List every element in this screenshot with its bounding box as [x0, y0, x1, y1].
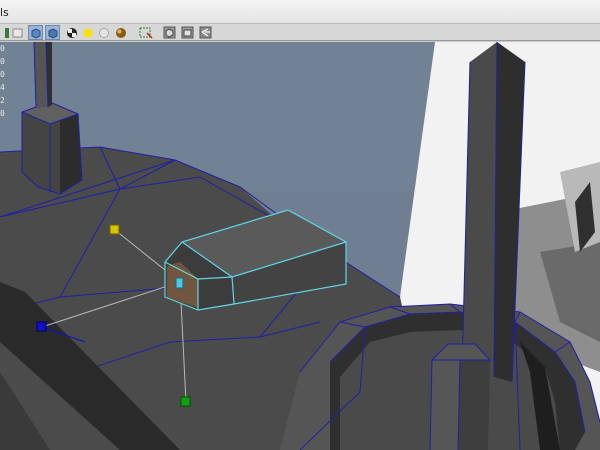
use-all-lights-icon[interactable] — [80, 25, 95, 40]
xray-joints-icon[interactable] — [180, 25, 195, 40]
shadows-icon[interactable] — [96, 25, 111, 40]
camera-attributes-icon[interactable] — [10, 25, 25, 40]
textured-icon[interactable] — [64, 25, 79, 40]
xray-icon[interactable] — [162, 25, 177, 40]
high-quality-rendering-icon[interactable] — [113, 25, 128, 40]
hud-readout: 0 0 0 4 2 0 — [0, 42, 8, 120]
panel-menubar: ls — [0, 0, 600, 24]
hud-line: 0 — [0, 70, 5, 79]
x-axis-handle — [36, 321, 47, 332]
hud-line: 2 — [0, 96, 5, 105]
y-axis-handle — [109, 224, 120, 235]
z-axis-handle — [180, 396, 191, 407]
3d-viewport[interactable]: 0 0 0 4 2 0 — [0, 42, 600, 450]
hud-line: 0 — [0, 44, 5, 53]
component-xray-icon[interactable] — [198, 25, 213, 40]
panel-toolbar — [0, 24, 600, 41]
smooth-shade-all-icon[interactable] — [45, 25, 60, 40]
hud-line: 4 — [0, 83, 5, 92]
hud-line: 0 — [0, 109, 5, 118]
wireframe-shading-icon[interactable] — [28, 25, 43, 40]
isolate-select-icon[interactable] — [138, 25, 153, 40]
hud-line: 0 — [0, 57, 5, 66]
scene-render — [0, 42, 600, 450]
panels-menu[interactable]: ls — [0, 6, 9, 19]
